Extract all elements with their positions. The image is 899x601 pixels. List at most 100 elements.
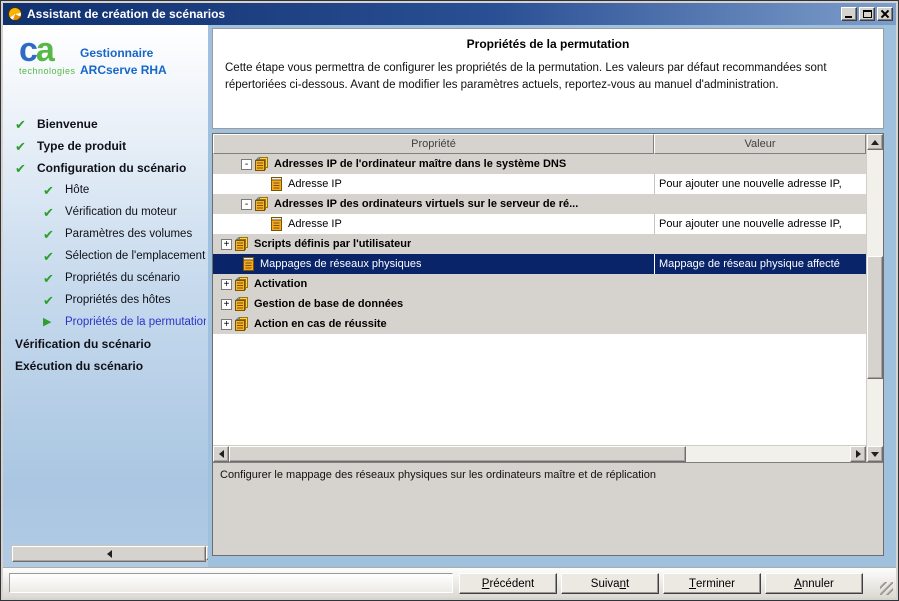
scroll-right-button[interactable] xyxy=(850,446,866,462)
property-value-cell[interactable] xyxy=(654,294,866,314)
sidebar-step-label: Bienvenue xyxy=(37,117,98,131)
property-row[interactable]: Adresse IP Pour ajouter une nouvelle adre… xyxy=(213,214,866,234)
close-button[interactable] xyxy=(877,7,893,21)
property-label: Adresses IP des ordinateurs virtuels sur… xyxy=(274,198,578,210)
check-icon: ✔ xyxy=(43,228,65,241)
property-row[interactable]: - Adresses IP de l'ordinateur maître dans… xyxy=(213,154,866,174)
property-row[interactable]: +Activation xyxy=(213,274,866,294)
property-value-cell[interactable] xyxy=(654,314,866,334)
footer-buttons: PrécédentSuivantTerminerAnnuler xyxy=(459,573,863,594)
maximize-button[interactable] xyxy=(859,7,875,21)
property-name-cell[interactable]: Mappages de réseaux physiques xyxy=(213,254,654,274)
property-item-icon xyxy=(269,177,284,191)
property-row[interactable]: + Gestion de base de données xyxy=(213,294,866,314)
property-name-cell[interactable]: + Scripts définis par l'utilisateur xyxy=(213,234,654,254)
column-header-value: Valeur xyxy=(654,134,866,154)
sidebar-horizontal-scrollbar[interactable] xyxy=(11,545,207,561)
maximize-icon xyxy=(863,10,872,18)
sidebar-step-label: Propriétés de la permutation xyxy=(65,316,206,328)
sidebar-step-label: Propriétés du scénario xyxy=(65,272,180,284)
sidebar-step: ▶Propriétés de la permutation xyxy=(3,311,206,333)
sidebar-step: ✔Configuration du scénario xyxy=(3,157,206,179)
sidebar-step: ✔Propriétés du scénario xyxy=(3,267,206,289)
property-name-cell[interactable]: +Activation xyxy=(213,274,654,294)
property-group-icon xyxy=(255,197,270,211)
sidebar-step-label: Vérification du moteur xyxy=(65,206,177,218)
collapse-icon[interactable]: - xyxy=(241,159,252,170)
expand-icon[interactable]: + xyxy=(221,299,232,310)
wizard-steps: ✔Bienvenue✔Type de produit✔Configuration… xyxy=(3,113,206,377)
expand-icon[interactable]: + xyxy=(221,319,232,330)
property-name-cell[interactable]: + Gestion de base de données xyxy=(213,294,654,314)
property-row[interactable]: + Action en cas de réussite xyxy=(213,314,866,334)
property-group-icon xyxy=(235,317,250,331)
property-label: Adresse IP xyxy=(288,218,342,230)
scrollbar-thumb[interactable] xyxy=(867,256,883,379)
product-line1: Gestionnaire xyxy=(80,45,167,62)
table-vertical-scrollbar[interactable] xyxy=(866,134,883,462)
arrow-left-icon xyxy=(107,550,112,558)
suivant-button[interactable]: Suivant xyxy=(561,573,659,594)
property-label: Adresses IP de l'ordinateur maître dans … xyxy=(274,158,566,170)
scroll-left-button[interactable] xyxy=(12,546,206,562)
property-label: Scripts définis par l'utilisateur xyxy=(254,238,411,250)
sidebar-step: Vérification du scénario xyxy=(3,333,206,355)
scrollbar-thumb[interactable] xyxy=(229,446,686,462)
property-name-cell[interactable]: - Adresses IP des ordinateurs virtuels su… xyxy=(213,194,654,214)
scroll-left-button[interactable] xyxy=(213,446,229,462)
annuler-button[interactable]: Annuler xyxy=(765,573,863,594)
precedent-button[interactable]: Précédent xyxy=(459,573,557,594)
wizard-sidebar: ca technologies Gestionnaire ARCserve RH… xyxy=(3,25,208,567)
sidebar-step: Exécution du scénario xyxy=(3,355,206,377)
arrow-down-icon xyxy=(871,452,879,457)
expand-icon[interactable]: + xyxy=(221,279,232,290)
property-value-cell[interactable]: Pour ajouter une nouvelle adresse IP, xyxy=(654,214,866,234)
property-value-cell[interactable] xyxy=(654,154,866,174)
check-icon: ✔ xyxy=(15,118,37,131)
property-value-cell[interactable] xyxy=(654,274,866,294)
property-row[interactable]: Mappages de réseaux physiquesMappage de … xyxy=(213,254,866,274)
table-horizontal-scrollbar[interactable] xyxy=(213,445,866,462)
property-row[interactable]: Adresse IPPour ajouter une nouvelle adre… xyxy=(213,174,866,194)
minimize-button[interactable] xyxy=(841,7,857,21)
scrollbar-track[interactable] xyxy=(867,379,883,446)
property-group-icon xyxy=(255,157,270,171)
property-grid: Propriété Valeur - Adresses IP de l'ordin… xyxy=(212,133,884,556)
property-name-cell[interactable]: Adresse IP xyxy=(213,174,654,194)
property-value-cell[interactable]: Pour ajouter une nouvelle adresse IP, xyxy=(654,174,866,194)
sidebar-step-label: Propriétés des hôtes xyxy=(65,294,170,306)
arrow-left-icon xyxy=(219,450,224,458)
property-label: Action en cas de réussite xyxy=(254,318,387,330)
property-row[interactable]: + Scripts définis par l'utilisateur xyxy=(213,234,866,254)
property-name-cell[interactable]: + Action en cas de réussite xyxy=(213,314,654,334)
window-body: ca technologies Gestionnaire ARCserve RH… xyxy=(3,25,896,567)
table-header: Propriété Valeur xyxy=(213,134,866,154)
collapse-icon[interactable]: - xyxy=(241,199,252,210)
property-help-text: Configurer le mappage des réseaux physiq… xyxy=(213,462,883,555)
property-value-cell[interactable]: Mappage de réseau physique affecté xyxy=(654,254,866,274)
property-grid-columns: Propriété Valeur - Adresses IP de l'ordin… xyxy=(213,134,866,462)
arrow-up-icon xyxy=(871,140,879,145)
terminer-button[interactable]: Terminer xyxy=(663,573,761,594)
expand-icon[interactable]: + xyxy=(221,239,232,250)
property-group-icon xyxy=(235,297,250,311)
step-description: Cette étape vous permettra de configurer… xyxy=(225,60,871,93)
property-label: Gestion de base de données xyxy=(254,298,403,310)
sidebar-step-label: Type de produit xyxy=(37,139,126,153)
check-icon: ✔ xyxy=(15,162,37,175)
minimize-icon xyxy=(845,16,852,18)
property-value-cell[interactable] xyxy=(654,194,866,214)
property-rows: - Adresses IP de l'ordinateur maître dans… xyxy=(213,154,866,445)
property-grid-table: Propriété Valeur - Adresses IP de l'ordin… xyxy=(213,134,883,462)
property-name-cell[interactable]: Adresse IP xyxy=(213,214,654,234)
property-row[interactable]: - Adresses IP des ordinateurs virtuels su… xyxy=(213,194,866,214)
property-name-cell[interactable]: - Adresses IP de l'ordinateur maître dans… xyxy=(213,154,654,174)
logo-subtitle: technologies xyxy=(19,67,76,76)
scrollbar-track[interactable] xyxy=(686,446,850,462)
scroll-down-button[interactable] xyxy=(867,446,883,462)
property-value-cell[interactable] xyxy=(654,234,866,254)
scroll-up-button[interactable] xyxy=(867,134,883,150)
property-group-icon xyxy=(235,237,250,251)
resize-grip-icon[interactable] xyxy=(880,582,893,595)
logo-letter-a: a xyxy=(36,31,53,69)
